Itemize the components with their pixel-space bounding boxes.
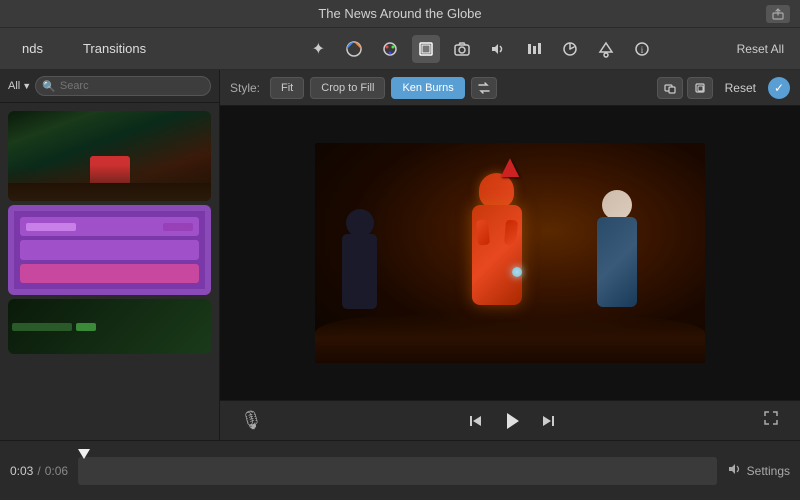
- next-frame-button[interactable]: [539, 412, 557, 430]
- search-input[interactable]: [60, 80, 204, 92]
- playhead[interactable]: [78, 449, 90, 459]
- secondary-figure: [587, 187, 647, 347]
- wand-icon[interactable]: ✦: [304, 35, 332, 63]
- media-item-2[interactable]: [8, 205, 211, 295]
- window-title: The News Around the Globe: [318, 6, 481, 21]
- speed-icon[interactable]: [556, 35, 584, 63]
- color-wheel-icon[interactable]: [340, 35, 368, 63]
- sidebar-tab-transitions[interactable]: Transitions: [71, 41, 158, 56]
- video-preview: ▲: [220, 106, 800, 400]
- chevron-down-icon: ▼: [22, 81, 31, 91]
- video-scene: ▲: [315, 143, 705, 363]
- main-content: All ▼ 🔍: [0, 70, 800, 440]
- palette-icon[interactable]: [376, 35, 404, 63]
- up-arrow-indicator: ▲: [494, 148, 526, 185]
- playback-controls: [467, 410, 557, 432]
- time-display: 0:03 / 0:06: [10, 464, 68, 478]
- fit-button[interactable]: Fit: [270, 77, 304, 99]
- video-area: Style: Fit Crop to Fill Ken Burns: [220, 70, 800, 440]
- volume-icon: [727, 462, 741, 479]
- video-controls: 🎙: [220, 400, 800, 440]
- ken-burns-button[interactable]: Ken Burns: [391, 77, 464, 99]
- media-library: [0, 103, 219, 440]
- resize-buttons: [657, 77, 713, 99]
- style-label: Style:: [230, 81, 260, 95]
- svg-text:i: i: [641, 45, 644, 55]
- all-selector[interactable]: All ▼: [8, 80, 31, 92]
- confirm-button[interactable]: ✓: [768, 77, 790, 99]
- media-item-3[interactable]: [8, 299, 211, 354]
- mic-button[interactable]: 🎙: [240, 410, 263, 431]
- time-separator: /: [37, 464, 40, 478]
- crop-icon[interactable]: [412, 35, 440, 63]
- crop-to-fill-button[interactable]: Crop to Fill: [310, 77, 385, 99]
- info-icon[interactable]: i: [628, 35, 656, 63]
- toolbar-right: Reset All: [731, 39, 790, 59]
- left-figure: [335, 209, 385, 339]
- style-bar: Style: Fit Crop to Fill Ken Burns: [220, 70, 800, 106]
- share-button[interactable]: [766, 5, 790, 23]
- prev-frame-button[interactable]: [467, 412, 485, 430]
- camera-icon[interactable]: [448, 35, 476, 63]
- sidebar: All ▼ 🔍: [0, 70, 220, 440]
- timeline-section: 0:03 / 0:06 Settings: [0, 440, 800, 500]
- search-box[interactable]: 🔍: [35, 76, 211, 96]
- settings-label[interactable]: Settings: [747, 464, 790, 478]
- title-bar: The News Around the Globe: [0, 0, 800, 28]
- audio-icon[interactable]: [484, 35, 512, 63]
- swap-icon-button[interactable]: [471, 77, 497, 99]
- timeline-track[interactable]: [78, 457, 717, 485]
- iron-man-figure: [452, 165, 542, 345]
- bars-icon[interactable]: [520, 35, 548, 63]
- toolbar-left: nds Transitions: [10, 41, 230, 56]
- toolbar-icons: ✦: [230, 35, 731, 63]
- timeline-right: Settings: [727, 462, 790, 479]
- main-toolbar: nds Transitions ✦: [0, 28, 800, 70]
- sidebar-search-bar: All ▼ 🔍: [0, 70, 219, 103]
- play-button[interactable]: [501, 410, 523, 432]
- all-label: All: [8, 80, 20, 92]
- video-frame: ▲: [315, 143, 705, 363]
- search-icon: 🔍: [42, 80, 56, 93]
- total-time: 0:06: [45, 464, 68, 478]
- resize-btn-2[interactable]: [687, 77, 713, 99]
- current-time: 0:03: [10, 464, 33, 478]
- sidebar-tab-sounds[interactable]: nds: [10, 41, 55, 56]
- resize-btn-1[interactable]: [657, 77, 683, 99]
- media-item-1[interactable]: [8, 111, 211, 201]
- reset-button[interactable]: Reset: [719, 81, 762, 95]
- reset-all-button[interactable]: Reset All: [731, 39, 790, 59]
- fullscreen-button[interactable]: [762, 409, 780, 432]
- filter-icon[interactable]: [592, 35, 620, 63]
